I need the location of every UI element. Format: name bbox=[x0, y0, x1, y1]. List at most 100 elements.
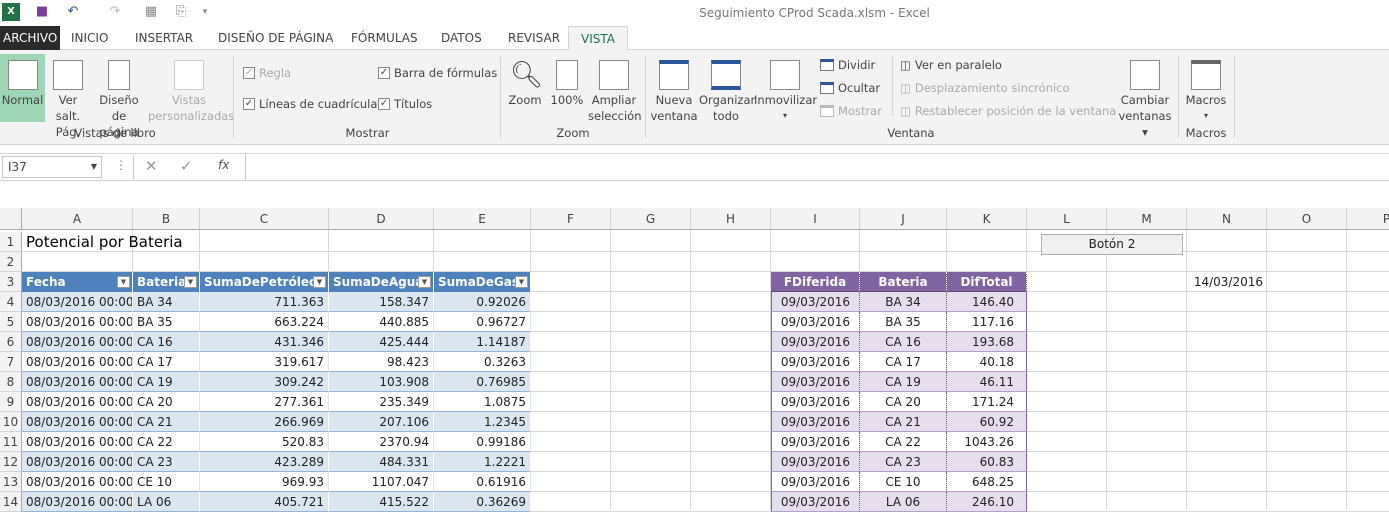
tab-datos[interactable]: DATOS bbox=[433, 26, 490, 50]
row-header-2[interactable]: 2 bbox=[0, 252, 22, 272]
table1-cell[interactable]: 08/03/2016 00:00 bbox=[22, 392, 133, 412]
table1-cell[interactable]: 103.908 bbox=[329, 372, 434, 392]
table1-cell[interactable]: 484.331 bbox=[329, 452, 434, 472]
zoom-100-button[interactable]: 100% bbox=[548, 54, 586, 108]
table2-cell[interactable]: 09/03/2016 bbox=[771, 472, 860, 492]
table1-cell[interactable]: 520.83 bbox=[200, 432, 329, 452]
hide-button[interactable]: Ocultar bbox=[820, 81, 880, 95]
view-side-by-side-button[interactable]: ◫ Ver en paralelo bbox=[900, 58, 1002, 72]
table1-header-0[interactable]: Fecha ▼ bbox=[22, 272, 133, 292]
table2-cell[interactable]: CA 16 bbox=[860, 332, 947, 352]
column-header-J[interactable]: J bbox=[860, 208, 947, 230]
column-header-K[interactable]: K bbox=[947, 208, 1027, 230]
table1-cell[interactable]: 440.885 bbox=[329, 312, 434, 332]
lineas-cuadricula-checkbox[interactable]: ✓ Líneas de cuadrícula bbox=[243, 97, 377, 111]
table2-cell[interactable]: CA 21 bbox=[860, 412, 947, 432]
table1-cell[interactable]: 08/03/2016 00:00 bbox=[22, 452, 133, 472]
table2-cell[interactable]: CA 17 bbox=[860, 352, 947, 372]
table1-cell[interactable]: 1.2221 bbox=[434, 452, 531, 472]
table1-cell[interactable]: 423.289 bbox=[200, 452, 329, 472]
boton-2-button[interactable]: Botón 2 bbox=[1041, 234, 1183, 255]
table2-cell[interactable]: CE 10 bbox=[860, 472, 947, 492]
table2-header-1[interactable]: Bateria bbox=[860, 272, 947, 292]
table2-cell[interactable]: 09/03/2016 bbox=[771, 372, 860, 392]
table1-cell[interactable]: 158.347 bbox=[329, 292, 434, 312]
table2-cell[interactable]: 1043.26 bbox=[947, 432, 1027, 452]
table1-cell[interactable]: CA 16 bbox=[133, 332, 200, 352]
row-header-4[interactable]: 4 bbox=[0, 292, 22, 312]
new-window-button[interactable]: Nueva ventana bbox=[650, 54, 698, 124]
table2-cell[interactable]: LA 06 bbox=[860, 492, 947, 512]
column-header-E[interactable]: E bbox=[434, 208, 531, 230]
cancel-icon[interactable]: ✕ bbox=[145, 157, 158, 175]
tab-inicio[interactable]: INICIO bbox=[63, 26, 116, 50]
table1-cell[interactable]: CA 17 bbox=[133, 352, 200, 372]
table1-cell[interactable]: 0.96727 bbox=[434, 312, 531, 332]
table1-cell[interactable]: 0.3263 bbox=[434, 352, 531, 372]
table1-cell[interactable]: 1.2345 bbox=[434, 412, 531, 432]
table2-cell[interactable]: 09/03/2016 bbox=[771, 412, 860, 432]
table2-cell[interactable]: CA 22 bbox=[860, 432, 947, 452]
normal-view-button[interactable]: Normal bbox=[0, 54, 45, 122]
split-button[interactable]: Dividir bbox=[820, 58, 875, 72]
sync-scroll-button[interactable]: ◫ Desplazamiento sincrónico bbox=[900, 81, 1070, 95]
table1-cell[interactable]: 0.76985 bbox=[434, 372, 531, 392]
table2-cell[interactable]: BA 34 bbox=[860, 292, 947, 312]
table2-cell[interactable]: CA 19 bbox=[860, 372, 947, 392]
table1-cell[interactable]: 08/03/2016 00:00 bbox=[22, 372, 133, 392]
table1-cell[interactable]: LA 06 bbox=[133, 492, 200, 512]
column-header-C[interactable]: C bbox=[200, 208, 329, 230]
custom-views-button[interactable]: Vistas personalizadas bbox=[148, 54, 234, 124]
table2-cell[interactable]: 09/03/2016 bbox=[771, 352, 860, 372]
table2-cell[interactable]: 09/03/2016 bbox=[771, 312, 860, 332]
table1-cell[interactable]: 309.242 bbox=[200, 372, 329, 392]
table1-cell[interactable]: 08/03/2016 00:00 bbox=[22, 312, 133, 332]
table1-cell[interactable]: 663.224 bbox=[200, 312, 329, 332]
tab-archivo[interactable]: ARCHIVO bbox=[0, 26, 61, 50]
table1-cell[interactable]: 08/03/2016 00:00 bbox=[22, 412, 133, 432]
table1-cell[interactable]: 415.522 bbox=[329, 492, 434, 512]
sheet-title[interactable]: Potencial por Bateria bbox=[22, 232, 322, 252]
table2-cell[interactable]: 648.25 bbox=[947, 472, 1027, 492]
table1-cell[interactable]: CA 21 bbox=[133, 412, 200, 432]
table1-header-2[interactable]: SumaDePetróleo ▼ bbox=[200, 272, 329, 292]
freeze-panes-button[interactable]: Inmovilizar ▾ bbox=[754, 54, 817, 124]
row-header-7[interactable]: 7 bbox=[0, 352, 22, 372]
table1-cell[interactable]: 1.14187 bbox=[434, 332, 531, 352]
table1-cell[interactable]: 08/03/2016 00:00 bbox=[22, 332, 133, 352]
table2-cell[interactable]: 246.10 bbox=[947, 492, 1027, 512]
table1-cell[interactable]: 266.969 bbox=[200, 412, 329, 432]
table1-cell[interactable]: 319.617 bbox=[200, 352, 329, 372]
column-header-N[interactable]: N bbox=[1187, 208, 1267, 230]
table2-cell[interactable]: BA 35 bbox=[860, 312, 947, 332]
table1-cell[interactable]: 1.0875 bbox=[434, 392, 531, 412]
table1-cell[interactable]: 0.92026 bbox=[434, 292, 531, 312]
table2-cell[interactable]: 60.83 bbox=[947, 452, 1027, 472]
table1-cell[interactable]: 0.99186 bbox=[434, 432, 531, 452]
table1-cell[interactable]: 08/03/2016 00:00 bbox=[22, 492, 133, 512]
tab-revisar[interactable]: REVISAR bbox=[500, 26, 568, 50]
row-header-13[interactable]: 13 bbox=[0, 472, 22, 492]
table1-cell[interactable]: 08/03/2016 00:00 bbox=[22, 352, 133, 372]
table1-cell[interactable]: 98.423 bbox=[329, 352, 434, 372]
table1-cell[interactable]: 207.106 bbox=[329, 412, 434, 432]
table1-cell[interactable]: 08/03/2016 00:00 bbox=[22, 472, 133, 492]
table2-cell[interactable]: 146.40 bbox=[947, 292, 1027, 312]
insert-function-icon[interactable]: fx bbox=[218, 158, 229, 172]
macros-button[interactable]: Macros ▾ bbox=[1181, 54, 1231, 124]
table2-cell[interactable]: 46.11 bbox=[947, 372, 1027, 392]
table1-header-4[interactable]: SumaDeGas ▼ bbox=[434, 272, 531, 292]
table2-cell[interactable]: 117.16 bbox=[947, 312, 1027, 332]
barra-formulas-checkbox[interactable]: ✓ Barra de fórmulas bbox=[378, 66, 497, 80]
titulos-checkbox[interactable]: ✓ Títulos bbox=[378, 97, 432, 111]
table1-cell[interactable]: 235.349 bbox=[329, 392, 434, 412]
table2-header-2[interactable]: DifTotal bbox=[947, 272, 1027, 292]
table2-cell[interactable]: 09/03/2016 bbox=[771, 432, 860, 452]
column-header-O[interactable]: O bbox=[1267, 208, 1347, 230]
table2-cell[interactable]: 09/03/2016 bbox=[771, 452, 860, 472]
tab-insertar[interactable]: INSERTAR bbox=[127, 26, 201, 50]
table1-cell[interactable]: 1107.047 bbox=[329, 472, 434, 492]
name-box[interactable]: I37 ▼ bbox=[2, 156, 102, 178]
select-all-button[interactable] bbox=[0, 208, 22, 230]
column-header-P[interactable]: P bbox=[1347, 208, 1389, 230]
